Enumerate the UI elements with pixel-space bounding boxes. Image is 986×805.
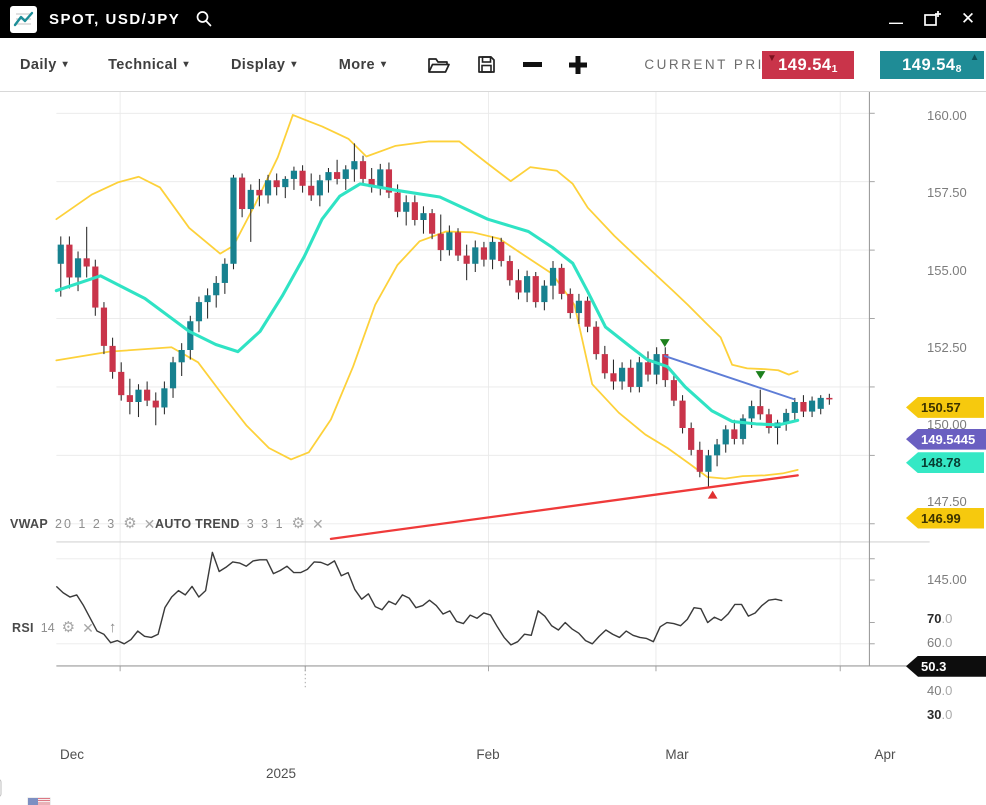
axis-labels-layer: 160.00157.50155.00152.50150.00147.50145.…: [0, 92, 986, 418]
more-menu-label: More: [339, 57, 375, 73]
display-menu[interactable]: Display ▾: [225, 56, 303, 74]
month-label: Dec: [60, 747, 84, 762]
price-tick-label: 152.50: [927, 340, 967, 355]
rsi-tick-label: 40.0: [927, 683, 952, 698]
month-label: Apr: [874, 747, 895, 762]
autotrend-indicator-params: 3 3 1: [247, 517, 285, 531]
price-tick-label: 155.00: [927, 263, 967, 278]
app-chart-icon: [10, 6, 37, 33]
close-button[interactable]: ✕: [958, 9, 978, 29]
event-calendar-icon[interactable]: [0, 779, 2, 797]
bid-price-pip: 1: [832, 63, 838, 75]
year-label: 2025: [266, 766, 296, 781]
rsi-indicator-params: 14: [41, 621, 55, 635]
vwap-indicator-params: 20 1 2 3: [55, 517, 116, 531]
last-price-badge: 149.5445: [906, 429, 986, 450]
autotrend-settings-gear-icon[interactable]: ⚙: [292, 516, 305, 531]
more-menu[interactable]: More ▾: [333, 56, 393, 74]
rsi-line: [56, 552, 782, 644]
candle[interactable]: [697, 450, 703, 472]
candle[interactable]: [723, 429, 729, 444]
vwap-remove-icon[interactable]: ✕: [144, 517, 156, 531]
ask-price-badge: 149.548 ▲: [880, 51, 984, 79]
autotrend-remove-icon[interactable]: ✕: [312, 517, 324, 531]
month-label: Mar: [665, 747, 688, 762]
arrow-up-icon: ▲: [970, 52, 980, 63]
minimize-button[interactable]: —: [886, 12, 906, 32]
vwap-settings-gear-icon[interactable]: ⚙: [123, 516, 136, 531]
title-bar: SPOT, USD/JPY — ✕: [0, 0, 986, 38]
window-title: SPOT, USD/JPY: [49, 11, 180, 28]
candle[interactable]: [705, 455, 711, 471]
rsi-remove-icon[interactable]: ✕: [82, 621, 94, 635]
price-tick-label: 147.50: [927, 494, 967, 509]
price-tick-label: 145.00: [927, 572, 967, 587]
search-icon[interactable]: [194, 9, 214, 29]
timeframe-menu-label: Daily: [20, 57, 57, 73]
vwap-indicator-row: VWAP 20 1 2 3 ⚙ ✕: [10, 516, 155, 531]
rsi-move-up-icon[interactable]: ↑: [109, 619, 117, 636]
bid-price-badge: ▼ 149.541: [762, 51, 854, 79]
rsi-indicator-row: RSI 14 ⚙ ✕ ↑: [12, 619, 116, 636]
rsi-tick-label: 60.0: [927, 635, 952, 650]
open-folder-icon[interactable]: [426, 54, 450, 76]
candle[interactable]: [714, 444, 720, 455]
month-label: Feb: [476, 747, 499, 762]
technical-menu[interactable]: Technical ▾: [102, 56, 195, 74]
arrow-down-icon: ▼: [767, 53, 777, 64]
ask-price-value: 149.54: [902, 56, 955, 75]
vwap-badge: 148.78: [906, 452, 984, 473]
autotrend-indicator-label: AUTO TREND: [155, 517, 240, 531]
rsi-value-badge: 50.3: [906, 656, 986, 677]
event-us-flag-icon[interactable]: [28, 798, 50, 805]
zoom-in-icon[interactable]: [568, 55, 588, 75]
window-controls: — ✕: [886, 0, 978, 38]
upper-band-badge: 150.57: [906, 397, 984, 418]
autotrend-indicator-row: AUTO TREND 3 3 1 ⚙ ✕: [155, 516, 324, 531]
bid-price-value: 149.54: [778, 56, 831, 75]
candle[interactable]: [688, 428, 694, 450]
chevron-down-icon: ▾: [63, 59, 68, 70]
rsi-tick-label: 70.0: [927, 611, 952, 626]
vwap-indicator-label: VWAP: [10, 517, 48, 531]
zoom-out-icon[interactable]: [523, 62, 542, 67]
rsi-indicator-label: RSI: [12, 621, 34, 635]
auto-trend-support-line[interactable]: [331, 475, 798, 538]
display-menu-label: Display: [231, 57, 285, 73]
toolbar: Daily ▾ Technical ▾ Display ▾ More ▾: [0, 38, 986, 92]
chevron-down-icon: ▾: [184, 59, 189, 70]
chart-area: VWAP 20 1 2 3 ⚙ ✕ AUTO TREND 3 3 1 ⚙ ✕ R…: [0, 92, 986, 805]
candle[interactable]: [731, 429, 737, 439]
rsi-settings-gear-icon[interactable]: ⚙: [62, 620, 75, 635]
lower-band-badge: 146.99: [906, 508, 984, 529]
price-tick-label: 160.00: [927, 108, 967, 123]
up-triangle-marker[interactable]: [708, 491, 718, 499]
save-icon[interactable]: [476, 54, 497, 75]
ask-price-pip: 8: [956, 63, 962, 75]
rsi-tick-label: 30.0: [927, 707, 952, 722]
chevron-down-icon: ▾: [381, 59, 386, 70]
timeframe-menu[interactable]: Daily ▾: [14, 56, 74, 74]
chart-window: SPOT, USD/JPY — ✕ Daily ▾ Te: [0, 0, 986, 805]
popout-button[interactable]: [922, 9, 942, 29]
chevron-down-icon: ▾: [291, 59, 296, 70]
technical-menu-label: Technical: [108, 57, 177, 73]
price-tick-label: 157.50: [927, 185, 967, 200]
